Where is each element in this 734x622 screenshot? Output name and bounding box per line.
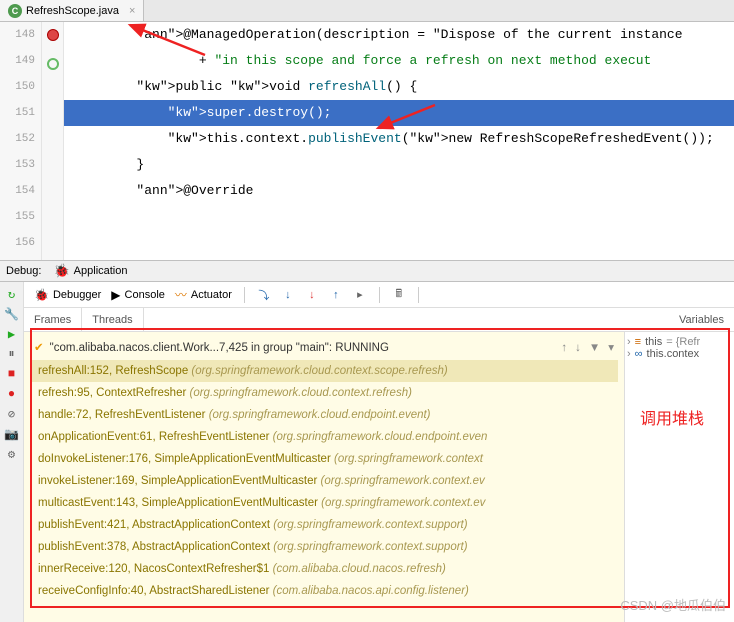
stack-frame[interactable]: refresh:95, ContextRefresher (org.spring… — [30, 382, 618, 404]
annotation-label: 调用堆栈 — [640, 405, 704, 429]
evaluate-icon[interactable]: 🖩 — [392, 288, 406, 302]
stack-frame[interactable]: receiveConfigInfo:40, AbstractSharedList… — [30, 580, 618, 602]
stack-frame[interactable]: handle:72, RefreshEventListener (org.spr… — [30, 404, 618, 426]
code-line[interactable]: "kw">super.destroy(); — [64, 100, 734, 126]
thread-selector[interactable]: ✔ "com.alibaba.nacos.client.Work...7,425… — [30, 336, 618, 360]
code-line[interactable]: "kw">public "kw">void refreshAll() { — [64, 74, 734, 100]
file-tab-name: RefreshScope.java — [26, 5, 119, 17]
code-line[interactable]: } — [64, 152, 734, 178]
debug-side-toolbar: ↻ 🔧 ▶ ⏸ ■ ● ⊘ 📷 ⚙ — [0, 282, 24, 622]
frames-tab[interactable]: Frames — [24, 308, 82, 331]
debugger-icon: 🐞 — [34, 288, 49, 302]
camera-icon[interactable]: 📷 — [4, 426, 20, 442]
code-area[interactable]: "ann">@ManagedOperation(description = "D… — [64, 22, 734, 260]
next-frame-icon[interactable]: ↓ — [575, 338, 581, 358]
settings-icon[interactable]: ⚙ — [4, 446, 20, 462]
mute-bp-icon[interactable]: ⊘ — [4, 406, 20, 422]
var-context[interactable]: › ∞ this.contex — [627, 348, 732, 360]
wrench-icon[interactable]: 🔧 — [4, 306, 20, 322]
resume-icon[interactable]: ▶ — [4, 326, 20, 342]
chevron-right-icon: › — [627, 348, 631, 360]
code-line[interactable]: "kw">this.context.publishEvent("kw">new … — [64, 126, 734, 152]
run-to-cursor-icon[interactable]: ▸ — [353, 288, 367, 302]
step-out-icon[interactable]: ↑ — [329, 288, 343, 302]
run-config[interactable]: 🐞 Application — [53, 263, 127, 279]
variables-tab[interactable]: Variables — [669, 308, 734, 331]
stop-icon[interactable]: ■ — [4, 366, 20, 382]
code-line[interactable]: + "in this scope and force a refresh on … — [64, 48, 734, 74]
variables-pane[interactable]: › ≡ this = {Refr › ∞ this.contex — [624, 332, 734, 622]
step-into-icon[interactable]: ↓ — [281, 288, 295, 302]
stack-frame[interactable]: refreshAll:152, RefreshScope (org.spring… — [30, 360, 618, 382]
call-stack[interactable]: ✔ "com.alibaba.nacos.client.Work...7,425… — [24, 332, 624, 622]
stack-frame[interactable]: doInvokeListener:176, SimpleApplicationE… — [30, 448, 618, 470]
code-editor[interactable]: 148149150151152153154155156 "ann">@Manag… — [0, 22, 734, 260]
breakpoints-icon[interactable]: ● — [4, 386, 20, 402]
threads-tab[interactable]: Threads — [82, 308, 143, 331]
stack-frame[interactable]: onApplicationEvent:61, RefreshEventListe… — [30, 426, 618, 448]
tab-debugger[interactable]: 🐞Debugger — [34, 288, 101, 302]
actuator-icon: 〰 — [175, 286, 187, 303]
dropdown-icon[interactable]: ▾ — [608, 338, 614, 358]
java-class-icon: C — [8, 4, 22, 18]
debug-panel-header: Debug: 🐞 Application — [0, 260, 734, 282]
code-line[interactable]: "ann">@Override — [64, 178, 734, 204]
gutter-icons[interactable] — [42, 22, 64, 260]
force-step-into-icon[interactable]: ↓ — [305, 288, 319, 302]
close-icon[interactable]: × — [129, 5, 135, 17]
code-line[interactable]: "ann">@ManagedOperation(description = "D… — [64, 22, 734, 48]
tab-console[interactable]: ▶Console — [111, 288, 165, 302]
file-tab[interactable]: C RefreshScope.java × — [0, 0, 144, 21]
frames-header: Frames Threads Variables — [24, 308, 734, 332]
debug-tabs: 🐞Debugger ▶Console 〰Actuator ⤵ ↓ ↓ ↑ ▸ 🖩 — [24, 282, 734, 308]
tab-actuator[interactable]: 〰Actuator — [175, 286, 232, 303]
stack-frame[interactable]: innerReceive:120, NacosContextRefresher$… — [30, 558, 618, 580]
prev-frame-icon[interactable]: ↑ — [561, 338, 567, 358]
watermark: CSDN @地瓜伯伯 — [620, 595, 726, 614]
stack-frame[interactable]: invokeListener:169, SimpleApplicationEve… — [30, 470, 618, 492]
var-this[interactable]: › ≡ this = {Refr — [627, 336, 732, 348]
filter-icon[interactable]: ▼ — [589, 338, 600, 358]
rerun-icon[interactable]: ↻ — [4, 286, 20, 302]
pause-icon[interactable]: ⏸ — [4, 346, 20, 362]
chevron-right-icon: › — [627, 336, 631, 348]
stack-frame[interactable]: publishEvent:378, AbstractApplicationCon… — [30, 536, 618, 558]
debug-label: Debug: — [6, 265, 41, 277]
line-number-gutter: 148149150151152153154155156 — [0, 22, 42, 260]
stack-frame[interactable]: multicastEvent:143, SimpleApplicationEve… — [30, 492, 618, 514]
console-icon: ▶ — [111, 288, 120, 302]
stack-frame[interactable]: publishEvent:421, AbstractApplicationCon… — [30, 514, 618, 536]
bug-icon: 🐞 — [53, 263, 69, 279]
step-over-icon[interactable]: ⤵ — [257, 288, 271, 302]
check-icon: ✔ — [34, 338, 44, 358]
